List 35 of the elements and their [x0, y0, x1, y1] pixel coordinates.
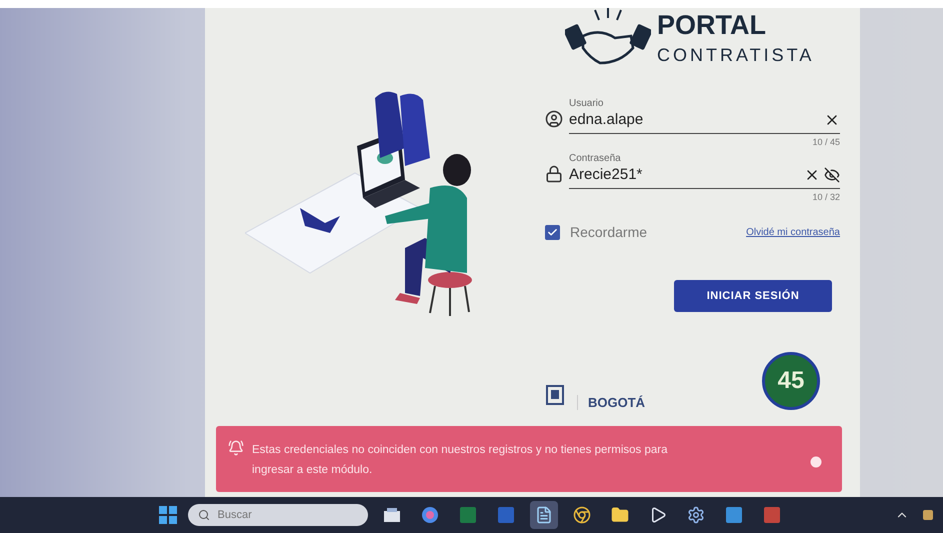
- forgot-password-link[interactable]: Olvidé mi contraseña: [746, 226, 840, 238]
- eye-off-icon[interactable]: [824, 166, 840, 182]
- taskbar-app[interactable]: [530, 501, 558, 529]
- login-button[interactable]: INICIAR SESIÓN: [674, 280, 832, 312]
- checkbox-label: Recordarme: [570, 224, 648, 240]
- checkbox[interactable]: [545, 224, 560, 240]
- notepad-icon: [534, 506, 552, 524]
- search-input[interactable]: Buscar: [216, 508, 320, 522]
- user-icon: [545, 110, 563, 128]
- search-field[interactable]: Buscar: [188, 504, 368, 526]
- settings-icon: [686, 506, 704, 524]
- check-icon: [547, 226, 558, 238]
- search-icon: [198, 509, 210, 521]
- field-label: Usuario: [569, 98, 604, 109]
- city-logo-text: BOGOTÁ: [577, 395, 646, 410]
- field-value[interactable]: Arecie251*: [569, 164, 800, 185]
- error-message: Estas credenciales no coinciden con nuestros registros y no tienes permisos para ingresar a este módulo.: [252, 443, 668, 478]
- anniversary-badge: 45: [762, 352, 820, 410]
- browser-icon: [572, 506, 590, 524]
- field-label: Contraseña: [569, 153, 622, 164]
- folder-icon: [610, 506, 628, 524]
- character-counter: 10 / 45: [812, 137, 840, 147]
- text-field[interactable]: Usuario edna.alape: [569, 98, 840, 134]
- bell-icon: [228, 440, 244, 456]
- lock-icon: [545, 165, 563, 183]
- text-field[interactable]: Contraseña Arecie251*: [569, 153, 840, 189]
- windows-icon[interactable]: [158, 505, 178, 525]
- dismiss-icon[interactable]: [810, 456, 822, 468]
- swirl-icon: [420, 506, 438, 524]
- portal-subtitle: CONTRATISTA: [657, 45, 814, 66]
- tray-icon[interactable]: [921, 508, 935, 522]
- portal-title: PORTAL: [657, 12, 767, 39]
- character-counter: 10 / 32: [812, 192, 840, 202]
- field-value[interactable]: edna.alape: [569, 109, 820, 130]
- widgets-icon: [382, 507, 400, 523]
